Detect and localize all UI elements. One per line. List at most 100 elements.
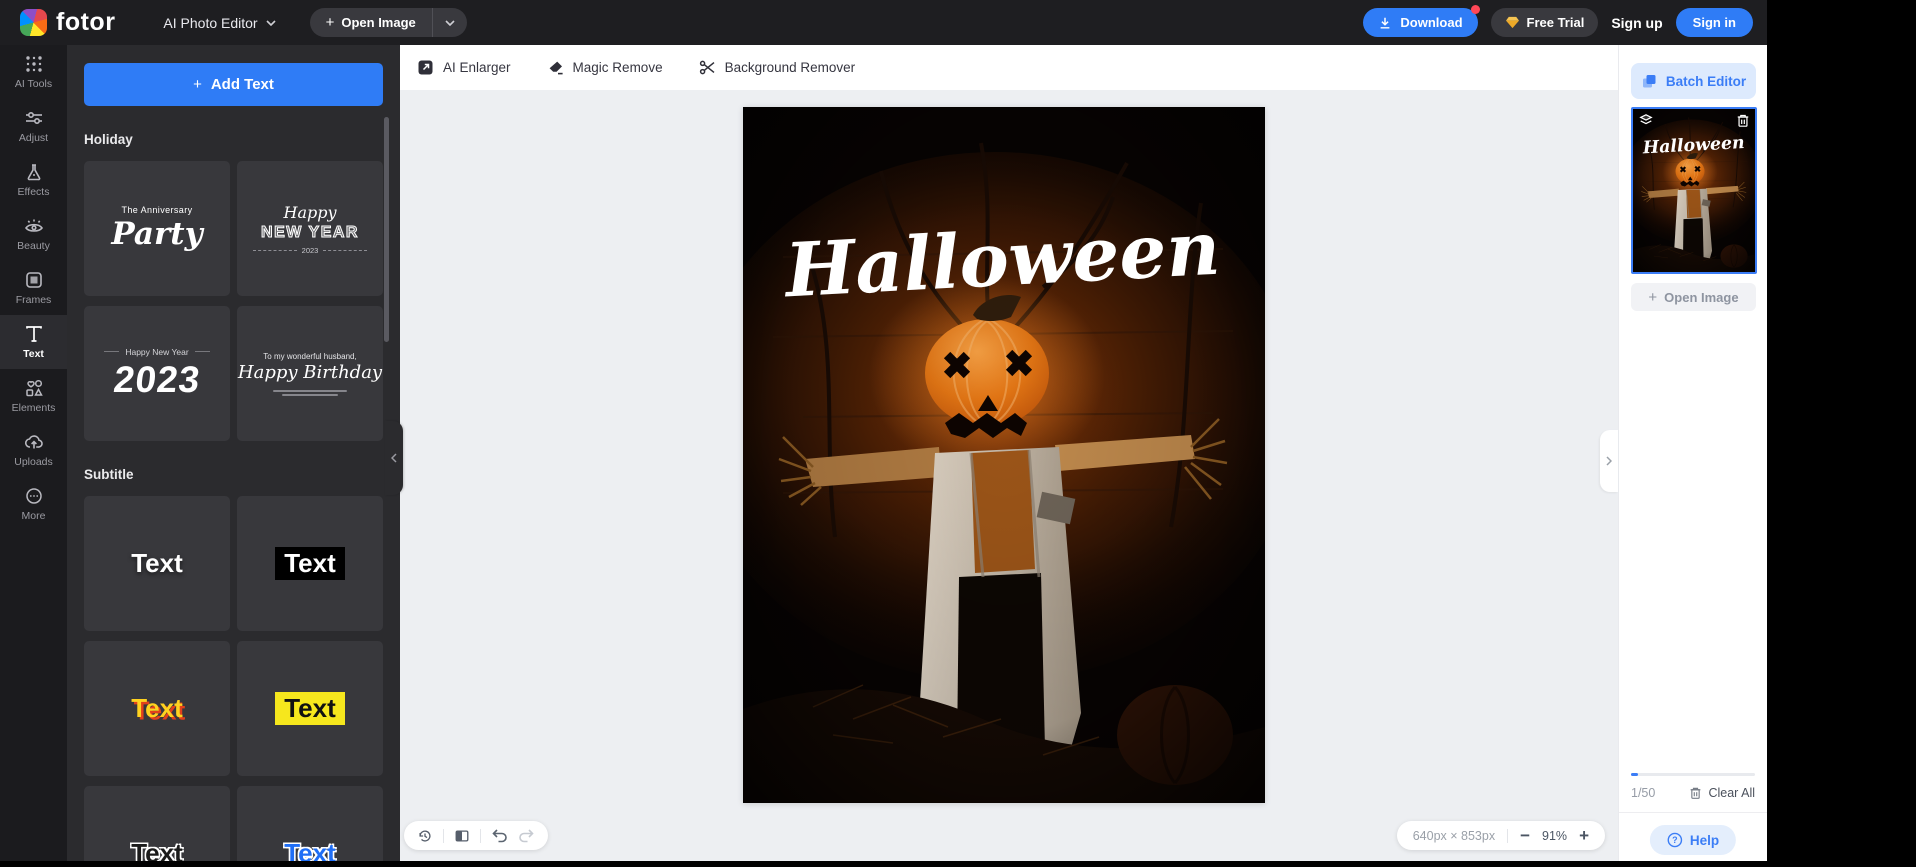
template-text: To my wonderful husband, bbox=[263, 351, 357, 361]
open-image-dropdown[interactable] bbox=[433, 8, 467, 37]
thumbnail-image bbox=[1633, 109, 1755, 272]
download-button[interactable]: Download bbox=[1363, 5, 1480, 37]
rail-label: Adjust bbox=[18, 132, 49, 144]
trash-icon bbox=[1737, 114, 1749, 127]
rail-item-effects[interactable]: Effects bbox=[0, 153, 67, 207]
rail-item-frames[interactable]: Frames bbox=[0, 261, 67, 315]
text-style-dark-outline[interactable]: Text bbox=[84, 786, 230, 861]
text-style-black-on-yellow[interactable]: Text bbox=[237, 641, 383, 776]
divider bbox=[1619, 812, 1767, 813]
template-text: 2023 bbox=[111, 358, 203, 400]
gem-icon bbox=[1505, 16, 1519, 29]
clear-all-button[interactable]: Clear All bbox=[1689, 786, 1755, 800]
plus-icon: + bbox=[1648, 288, 1658, 306]
fotor-logo[interactable]: fotor bbox=[20, 8, 115, 37]
text-icon bbox=[25, 326, 42, 342]
enlarge-icon bbox=[418, 60, 433, 75]
template-text: 2023 bbox=[301, 245, 319, 255]
help-button[interactable]: ? Help bbox=[1649, 825, 1737, 855]
rail-item-ai-tools[interactable]: AI Tools bbox=[0, 45, 67, 99]
template-text: The Anniversary bbox=[121, 205, 193, 215]
section-title-holiday: Holiday bbox=[84, 132, 133, 147]
usage-section: 1/50 Clear All bbox=[1631, 773, 1755, 800]
text-style-blue-outline[interactable]: Text bbox=[237, 786, 383, 861]
plus-icon: + bbox=[193, 76, 202, 93]
panel-collapse-handle[interactable] bbox=[385, 421, 403, 495]
canvas-image[interactable] bbox=[743, 107, 1265, 803]
rail-label: More bbox=[21, 510, 46, 522]
text-style-yellow-shadow[interactable]: Text bbox=[84, 641, 230, 776]
text-panel: + Add Text Holiday The Anniversary Party… bbox=[67, 45, 400, 861]
panel-scrollbar[interactable] bbox=[384, 117, 389, 342]
batch-editor-button[interactable]: Batch Editor bbox=[1631, 63, 1756, 99]
batch-editor-label: Batch Editor bbox=[1665, 73, 1747, 89]
image-thumbnail-selected[interactable] bbox=[1631, 107, 1757, 274]
frame-icon bbox=[25, 272, 42, 288]
template-happy-new-year[interactable]: Happy NEW YEAR 2023 bbox=[237, 161, 383, 296]
usage-counter: 1/50 bbox=[1631, 786, 1656, 800]
free-trial-button[interactable]: Free Trial bbox=[1490, 8, 1599, 37]
editor-toolbar: AI Enlarger Magic Remove Background Remo… bbox=[400, 45, 1618, 90]
flask-icon bbox=[27, 164, 40, 181]
template-fineprint bbox=[273, 388, 347, 396]
text-style-white-shadow[interactable]: Text bbox=[84, 496, 230, 631]
eye-icon bbox=[24, 219, 43, 232]
topbar-actions: Download Free Trial Sign up Sign in bbox=[1363, 0, 1753, 45]
holiday-template-grid: The Anniversary Party Happy NEW YEAR 202… bbox=[84, 161, 383, 441]
redo-button[interactable] bbox=[518, 828, 535, 843]
chevron-down-icon bbox=[266, 19, 276, 26]
template-happy-birthday[interactable]: To my wonderful husband, Happy Birthday bbox=[237, 306, 383, 441]
style-sample-text: Text bbox=[131, 838, 183, 861]
workspace-label: AI Photo Editor bbox=[163, 14, 258, 31]
right-panel-expand-handle[interactable] bbox=[1600, 430, 1618, 492]
workspace-selector[interactable]: AI Photo Editor bbox=[163, 14, 276, 31]
batch-copies-icon bbox=[1642, 74, 1656, 87]
text-style-white-on-black[interactable]: Text bbox=[237, 496, 383, 631]
trash-icon bbox=[1691, 787, 1701, 799]
notification-dot bbox=[1470, 5, 1480, 14]
rail-item-more[interactable]: More bbox=[0, 477, 67, 531]
grid-dots-icon bbox=[25, 56, 42, 72]
sliders-icon bbox=[25, 112, 42, 125]
history-icon bbox=[419, 829, 431, 842]
batch-panel: Batch Editor + Open Image 1/50 Clear All bbox=[1618, 45, 1767, 861]
download-icon bbox=[1381, 17, 1390, 29]
divider bbox=[443, 828, 444, 843]
usage-progress-bar bbox=[1631, 773, 1755, 776]
zoom-toolbar: 640px × 853px − 91% + bbox=[1396, 821, 1605, 850]
open-image-secondary-button[interactable]: + Open Image bbox=[1631, 283, 1756, 311]
background-remover-button[interactable]: Background Remover bbox=[699, 59, 855, 76]
add-text-label: Add Text bbox=[210, 76, 274, 93]
sign-up-link[interactable]: Sign up bbox=[1611, 15, 1662, 31]
template-anniversary-party[interactable]: The Anniversary Party bbox=[84, 161, 230, 296]
delete-image-button[interactable] bbox=[1736, 113, 1750, 128]
zoom-out-button[interactable]: − bbox=[1520, 827, 1530, 844]
rail-item-elements[interactable]: Elements bbox=[0, 369, 67, 423]
template-text: Happy bbox=[283, 202, 337, 222]
canvas-background: 640px × 853px − 91% + bbox=[400, 90, 1618, 861]
template-2023[interactable]: Happy New Year 2023 bbox=[84, 306, 230, 441]
open-image-split-button: + Open Image bbox=[309, 8, 467, 37]
open-image-button[interactable]: + Open Image bbox=[310, 8, 432, 37]
compare-button[interactable] bbox=[454, 828, 470, 844]
rail-item-beauty[interactable]: Beauty bbox=[0, 207, 67, 261]
rail-item-adjust[interactable]: Adjust bbox=[0, 99, 67, 153]
download-label: Download bbox=[1400, 15, 1463, 30]
sign-in-button[interactable]: Sign in bbox=[1675, 8, 1753, 37]
undo-button[interactable] bbox=[491, 828, 508, 843]
rail-item-uploads[interactable]: Uploads bbox=[0, 423, 67, 477]
zoom-in-button[interactable]: + bbox=[1579, 827, 1589, 844]
usage-progress-fill bbox=[1631, 773, 1638, 776]
ai-enlarger-button[interactable]: AI Enlarger bbox=[417, 59, 511, 76]
magic-remove-button[interactable]: Magic Remove bbox=[547, 59, 663, 76]
chevron-down-icon bbox=[445, 19, 455, 26]
canvas-size-label: 640px × 853px bbox=[1412, 828, 1496, 843]
question-circle-icon: ? bbox=[1667, 832, 1683, 848]
rail-item-text[interactable]: Text bbox=[0, 315, 67, 369]
open-image-label: Open Image bbox=[1664, 289, 1739, 305]
rail-label: Beauty bbox=[17, 240, 50, 252]
style-sample-text: Text bbox=[275, 692, 345, 725]
rail-label: Text bbox=[23, 348, 44, 360]
history-button[interactable] bbox=[417, 828, 433, 844]
add-text-button[interactable]: + Add Text bbox=[84, 63, 383, 106]
